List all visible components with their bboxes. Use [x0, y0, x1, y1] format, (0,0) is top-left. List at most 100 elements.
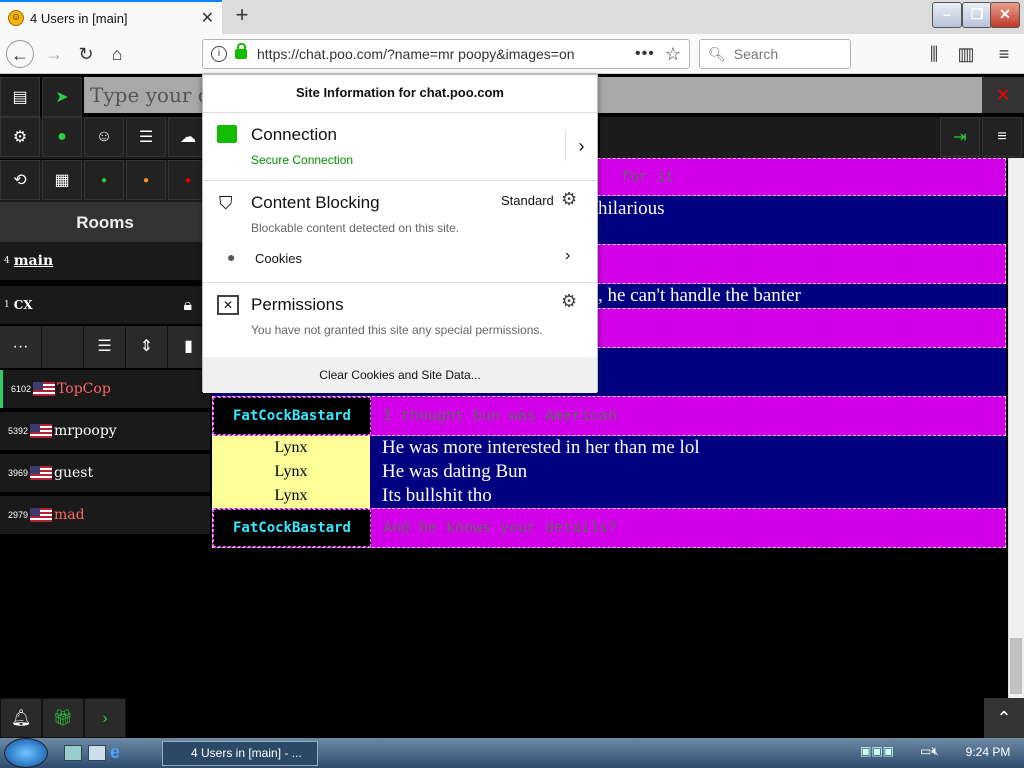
favicon-icon: ☺ — [8, 10, 24, 26]
user-icon[interactable]: ● — [42, 117, 82, 157]
message-user: FatCockBastard — [213, 397, 371, 435]
minimize-button[interactable]: – — [932, 2, 962, 28]
message-text: And he knows your details? — [383, 519, 618, 537]
chat-scrollbar[interactable] — [1008, 158, 1024, 698]
scrollbar-thumb[interactable] — [1010, 638, 1022, 694]
content-blocking-level: Standard — [501, 193, 554, 208]
bookmark-star-icon[interactable]: ☆ — [665, 44, 681, 65]
message-text: I thought bun was American — [383, 407, 618, 425]
us-flag-icon — [33, 382, 56, 396]
cookies-row[interactable]: ● Cookies › — [203, 243, 597, 275]
ie-icon[interactable]: e — [110, 742, 130, 762]
scroll-top-button[interactable]: ⌃ — [984, 698, 1024, 738]
show-desktop-icon[interactable] — [64, 745, 82, 761]
maximize-button[interactable]: ❐ — [962, 2, 992, 28]
reload-button[interactable]: ↻ — [72, 40, 100, 68]
search-input[interactable]: 🔍︎ Search — [699, 39, 851, 69]
user-id: 5392 — [8, 426, 29, 436]
gear-icon[interactable]: ⚙ — [561, 291, 577, 312]
user-name: mrpoopy — [54, 423, 117, 439]
room-item-cx[interactable]: 1 CX 🔒︎ — [0, 286, 210, 324]
home-button[interactable]: ⌂ — [103, 40, 131, 68]
gift-icon[interactable]: 🎁︎ — [42, 698, 84, 738]
library-icon[interactable]: ⫼ — [920, 40, 948, 68]
chat-message: FatCockBastard And he knows your details… — [212, 508, 1006, 548]
more-icon[interactable]: ··· — [0, 326, 42, 368]
send-icon[interactable]: ➤ — [42, 77, 82, 117]
user-id: 2979 — [8, 510, 29, 520]
menu-icon[interactable]: ≡ — [990, 40, 1018, 68]
bell-icon[interactable]: 🔔︎ — [0, 698, 42, 738]
lock-icon[interactable] — [235, 43, 247, 59]
message-text: He was dating Bun — [382, 461, 528, 482]
explorer-icon[interactable] — [88, 745, 106, 761]
close-tab-icon[interactable]: ✕ — [201, 8, 214, 28]
chat-message: FatCockBastard I thought bun was America… — [212, 396, 1006, 436]
us-flag-icon — [30, 466, 53, 480]
user-item[interactable]: 6102 TopCop — [0, 370, 210, 408]
page-actions-icon[interactable]: ••• — [635, 45, 655, 63]
new-tab-button[interactable]: + — [230, 4, 254, 28]
forward-button[interactable]: → — [40, 40, 68, 68]
login-icon[interactable]: ⇥ — [940, 117, 980, 157]
tray-icons[interactable]: ▣▣▣ — [860, 744, 910, 762]
connection-section[interactable]: Connection Secure Connection › — [203, 113, 597, 181]
user-name: guest — [54, 465, 94, 481]
message-text: He was more interested in her than me lo… — [382, 437, 700, 458]
url-text[interactable]: https://chat.poo.com/?name=mr poopy&imag… — [257, 46, 635, 62]
user-item[interactable]: 5392 mrpoopy — [0, 412, 210, 450]
close-window-button[interactable]: ✕ — [990, 2, 1020, 28]
user-list-toolbar: ··· ☰ ⇕ ▮ — [0, 326, 210, 368]
user-name: mad — [54, 507, 85, 523]
tab-title: 4 Users in [main] — [30, 10, 128, 26]
message-user: Lynx — [212, 484, 370, 508]
site-info-icon[interactable]: i — [211, 46, 227, 62]
cookies-label: Cookies — [255, 251, 302, 266]
user-item[interactable]: 3969 guest — [0, 454, 210, 492]
search-icon: 🔍︎ — [708, 45, 726, 62]
hamburger-icon[interactable]: ≡ — [982, 117, 1022, 157]
smiley-icon[interactable]: ☺ — [84, 117, 124, 157]
clear-cookies-button[interactable]: Clear Cookies and Site Data... — [203, 357, 597, 393]
content-blocking-title: Content Blocking — [251, 193, 380, 212]
sliders-icon[interactable]: ☰ — [126, 117, 166, 157]
sort-icon[interactable]: ⇕ — [126, 326, 168, 368]
permissions-sub: You have not granted this site any speci… — [251, 323, 543, 337]
us-flag-icon — [30, 508, 53, 522]
blank-button[interactable] — [42, 326, 84, 368]
taskbar-firefox-button[interactable]: 4 Users in [main] - ... — [162, 741, 318, 766]
clear-input-button[interactable]: ✕ — [982, 77, 1024, 113]
connection-title: Connection — [251, 125, 338, 144]
calendar-icon[interactable]: ▦ — [42, 160, 82, 200]
back-button[interactable]: ← — [6, 40, 34, 68]
chevron-right-icon[interactable]: › — [565, 131, 597, 161]
gear-icon[interactable]: ⚙ — [561, 189, 577, 210]
chat-message: Lynx He was dating Bun — [212, 460, 1006, 484]
permissions-icon: ✕ — [217, 295, 239, 315]
user-item[interactable]: 2979 mad — [0, 496, 210, 534]
room-name: CX — [13, 298, 33, 312]
list-icon[interactable]: ▤ — [0, 77, 40, 117]
room-lock-icon: 🔒︎ — [183, 295, 192, 314]
taskbar-clock[interactable]: 9:24 PM — [958, 745, 1018, 759]
sidebar-icon[interactable]: ▥ — [952, 40, 980, 68]
chevron-right-icon[interactable]: › — [84, 698, 126, 738]
us-flag-icon — [30, 424, 53, 438]
history-icon[interactable]: ⟲ — [0, 160, 40, 200]
secure-lock-icon — [217, 125, 237, 143]
status-orange-icon[interactable]: ● — [126, 160, 166, 200]
site-info-popup: Site Information for chat.poo.com Connec… — [202, 74, 598, 393]
url-bar[interactable]: i https://chat.poo.com/?name=mr poopy&im… — [202, 39, 690, 69]
content-blocking-section: ⛉ Content Blocking Standard ⚙ Blockable … — [203, 181, 597, 283]
chat-message: Lynx Its bullshit tho — [212, 484, 1006, 508]
browser-tab[interactable]: ☺ 4 Users in [main] ✕ — [0, 0, 222, 34]
volume-icon[interactable]: ▭🔇︎ — [920, 744, 956, 762]
status-green-icon[interactable]: ● — [84, 160, 124, 200]
chevron-right-icon[interactable]: › — [565, 247, 570, 265]
start-button[interactable] — [4, 738, 48, 768]
permissions-section: ✕ Permissions ⚙ You have not granted thi… — [203, 283, 597, 357]
list-view-icon[interactable]: ☰ — [84, 326, 126, 368]
rooms-title: Rooms — [0, 202, 210, 244]
settings-icon[interactable]: ⚙ — [0, 117, 40, 157]
room-item-main[interactable]: 4 main — [0, 242, 210, 280]
